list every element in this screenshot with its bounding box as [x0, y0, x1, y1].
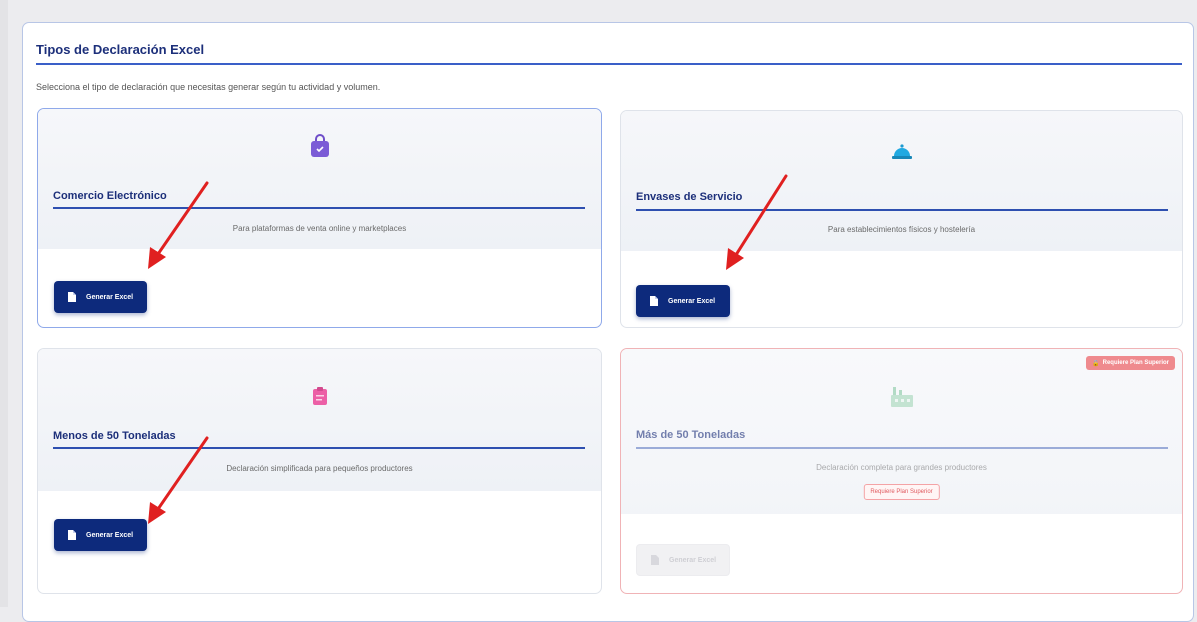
- card-subtitle: Para establecimientos físicos y hosteler…: [827, 225, 976, 234]
- card-divider: [636, 447, 1168, 449]
- document-icon: [651, 555, 659, 565]
- button-label: Generar Excel: [668, 297, 716, 305]
- panel-description: Selecciona el tipo de declaración que ne…: [36, 82, 381, 92]
- button-label: Generar Excel: [86, 293, 134, 301]
- generate-excel-button[interactable]: Generar Excel: [636, 285, 730, 317]
- panel-title: Tipos de Declaración Excel: [36, 42, 205, 57]
- button-label: Generar Excel: [86, 531, 134, 539]
- panel-divider: [36, 63, 1182, 65]
- card-title: Comercio Electrónico: [53, 190, 167, 202]
- plan-required-badge: 🔒 Requiere Plan Superior: [1086, 356, 1175, 370]
- card-subtitle: Declaración completa para grandes produc…: [816, 463, 987, 472]
- shopping-bag-icon: [309, 134, 331, 158]
- button-label: Generar Excel: [669, 556, 717, 564]
- window-edge: [0, 0, 8, 607]
- card-mas-50-toneladas: 🔒 Requiere Plan Superior Más de 50 Tonel…: [620, 348, 1183, 594]
- card-divider: [53, 447, 585, 449]
- badge-label: Requiere Plan Superior: [1102, 360, 1169, 366]
- document-icon: [650, 296, 658, 306]
- card-subtitle: Para plataformas de venta online y marke…: [232, 224, 407, 233]
- plan-required-tag: Requiere Plan Superior: [863, 484, 940, 500]
- factory-icon: [890, 385, 914, 407]
- clipboard-icon: [312, 387, 328, 405]
- document-icon: [68, 530, 76, 540]
- card-comercio-electronico[interactable]: Comercio Electrónico Para plataformas de…: [37, 108, 602, 328]
- card-envases-servicio[interactable]: Envases de Servicio Para establecimiento…: [620, 110, 1183, 328]
- card-divider: [636, 209, 1168, 211]
- generate-excel-button-disabled: Generar Excel: [636, 544, 730, 576]
- card-subtitle: Declaración simplificada para pequeños p…: [226, 464, 413, 473]
- card-title: Más de 50 Toneladas: [636, 429, 746, 441]
- service-bell-icon: [891, 143, 913, 161]
- document-icon: [68, 292, 76, 302]
- lock-icon: 🔒: [1092, 360, 1100, 367]
- card-title: Menos de 50 Toneladas: [53, 430, 176, 442]
- card-menos-50-toneladas[interactable]: Menos de 50 Toneladas Declaración simpli…: [37, 348, 602, 594]
- card-divider: [53, 207, 585, 209]
- generate-excel-button[interactable]: Generar Excel: [54, 281, 147, 313]
- card-title: Envases de Servicio: [636, 191, 743, 203]
- generate-excel-button[interactable]: Generar Excel: [54, 519, 147, 551]
- declaration-types-panel: Tipos de Declaración Excel Selecciona el…: [22, 22, 1194, 622]
